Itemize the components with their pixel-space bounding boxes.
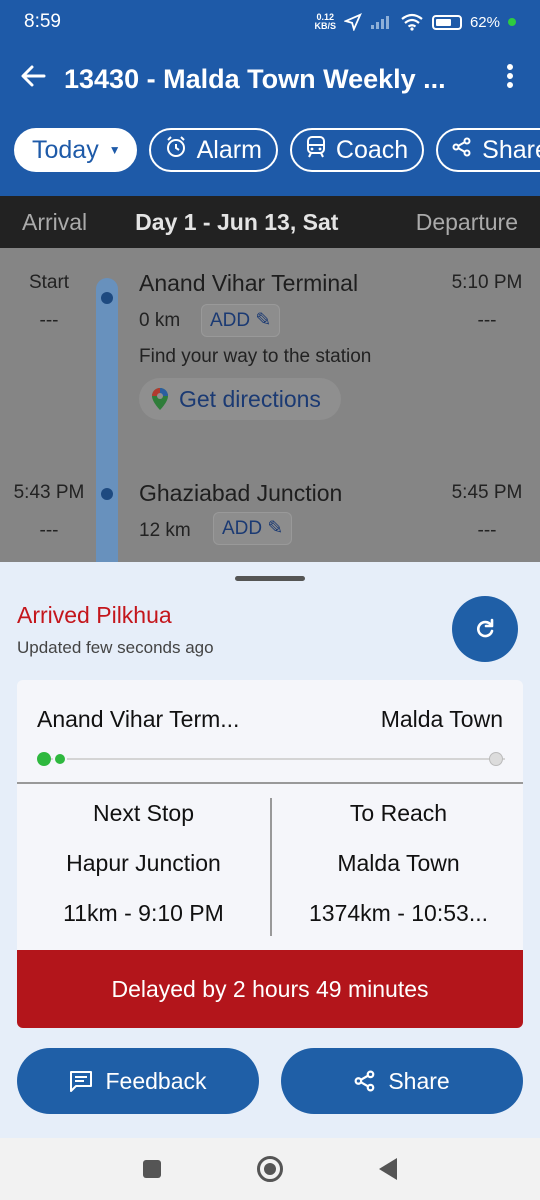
alarm-label: Alarm [196, 135, 262, 164]
departure-delay: --- [477, 520, 497, 541]
back-nav-icon[interactable] [379, 1158, 397, 1180]
feedback-label: Feedback [105, 1067, 207, 1094]
drag-handle[interactable] [235, 576, 305, 581]
coach-chip[interactable]: Coach [289, 128, 425, 172]
share-chip-label: Share [482, 135, 540, 164]
timeline-track [96, 278, 118, 562]
next-stop-heading: Next Stop [93, 800, 194, 826]
to-reach-station: Malda Town [337, 850, 460, 876]
edit-pencil-icon: ✎ [255, 310, 272, 331]
departure-heading: Departure [415, 208, 518, 235]
alarm-clock-icon [165, 136, 187, 164]
alarm-chip[interactable]: Alarm [148, 128, 278, 172]
wifi-icon [401, 13, 423, 31]
day-header: Arrival Day 1 - Jun 13, Sat Departure [0, 196, 540, 248]
next-stop-info: 11km - 9:10 PM [63, 900, 224, 926]
departure-delay: --- [477, 310, 497, 331]
recents-icon[interactable] [143, 1160, 161, 1178]
to-reach-heading: To Reach [349, 800, 448, 826]
get-directions-button[interactable]: Get directions [139, 378, 341, 420]
live-status-sheet: Arrived Pilkhua Updated few seconds ago … [0, 562, 540, 1138]
coach-label: Coach [335, 135, 409, 164]
to-reach-column: To Reach Malda Town 1374km - 10:53... [272, 784, 523, 938]
net-speed-unit: KB/S [314, 21, 336, 31]
feedback-icon [69, 1070, 93, 1092]
status-icons: 0.12 KB/S 62% [314, 13, 516, 31]
journey-progress-track [41, 758, 505, 760]
origin-station: Anand Vihar Term... [37, 706, 240, 732]
station-name: Ghaziabad Junction [139, 480, 343, 506]
delay-banner: Delayed by 2 hours 49 minutes [17, 950, 523, 1028]
today-label: Today [32, 135, 99, 164]
to-reach-info: 1374km - 10:53... [309, 900, 488, 926]
system-nav-bar [0, 1138, 540, 1200]
add-label: ADD [210, 310, 251, 331]
progress-start-dot [37, 752, 51, 766]
departure-time: 5:45 PM [451, 482, 523, 503]
stop-node [101, 488, 113, 500]
station-name: Anand Vihar Terminal [139, 270, 359, 296]
net-speed: 0.12 KB/S [314, 13, 336, 31]
dropdown-caret-icon: ▼ [108, 143, 121, 157]
destination-station: Malda Town [380, 706, 503, 732]
refresh-icon [477, 618, 494, 638]
find-way-text: Find your way to the station [139, 346, 372, 367]
departure-time: 5:10 PM [451, 272, 523, 293]
next-stop-station: Hapur Junction [66, 850, 221, 876]
home-icon[interactable] [257, 1156, 283, 1182]
day-label: Day 1 - Jun 13, Sat [135, 208, 339, 235]
battery-percent: 62% [469, 13, 500, 31]
arrival-time: Start [28, 272, 70, 293]
route-timeline: Start --- Anand Vihar Terminal 5:10 PM -… [0, 248, 540, 562]
more-vert-icon[interactable] [500, 63, 520, 96]
back-arrow-icon[interactable] [20, 62, 60, 96]
status-bar: 8:59 0.12 KB/S 62% [0, 0, 540, 44]
train-icon [306, 136, 326, 164]
share-button[interactable]: Share [281, 1048, 523, 1114]
next-stop-column: Next Stop Hapur Junction 11km - 9:10 PM [17, 784, 270, 938]
current-status: Arrived Pilkhua [17, 602, 172, 628]
progress-end-dot [489, 752, 503, 766]
distance: 12 km [139, 520, 191, 541]
share-label: Share [388, 1067, 450, 1094]
arrival-delay: --- [39, 310, 59, 331]
signal-icon [370, 16, 389, 29]
distance: 0 km [139, 310, 181, 331]
app-bar: 13430 - Malda Town Weekly ... Today ▼ Al… [0, 44, 540, 196]
directions-label: Get directions [179, 385, 321, 412]
share-chip[interactable]: Share [436, 128, 540, 172]
stop-node [101, 292, 113, 304]
add-platform-button[interactable]: ADD ✎ [201, 304, 281, 337]
clock: 8:59 [24, 11, 61, 32]
arrival-heading: Arrival [22, 208, 88, 235]
location-icon [343, 13, 362, 31]
title-row: 13430 - Malda Town Weekly ... [0, 44, 540, 114]
battery-icon [431, 14, 462, 30]
add-label: ADD [222, 518, 263, 539]
add-platform-button[interactable]: ADD ✎ [213, 512, 293, 545]
today-chip[interactable]: Today ▼ [14, 128, 137, 172]
share-icon [452, 137, 472, 163]
arrival-time: 5:43 PM [13, 482, 85, 503]
edit-pencil-icon: ✎ [267, 518, 284, 539]
feedback-button[interactable]: Feedback [17, 1048, 259, 1114]
refresh-button[interactable] [452, 596, 518, 662]
progress-current-dot [52, 752, 67, 766]
share-icon [354, 1070, 376, 1092]
arrival-delay: --- [39, 520, 59, 541]
action-chips: Today ▼ Alarm Coach Share [0, 114, 540, 172]
journey-card: Anand Vihar Term... Malda Town Next Stop… [17, 680, 523, 1028]
updated-time: Updated few seconds ago [17, 638, 214, 657]
map-pin-icon [152, 388, 168, 410]
page-title: 13430 - Malda Town Weekly ... [64, 63, 446, 94]
privacy-dot-icon [508, 18, 516, 26]
